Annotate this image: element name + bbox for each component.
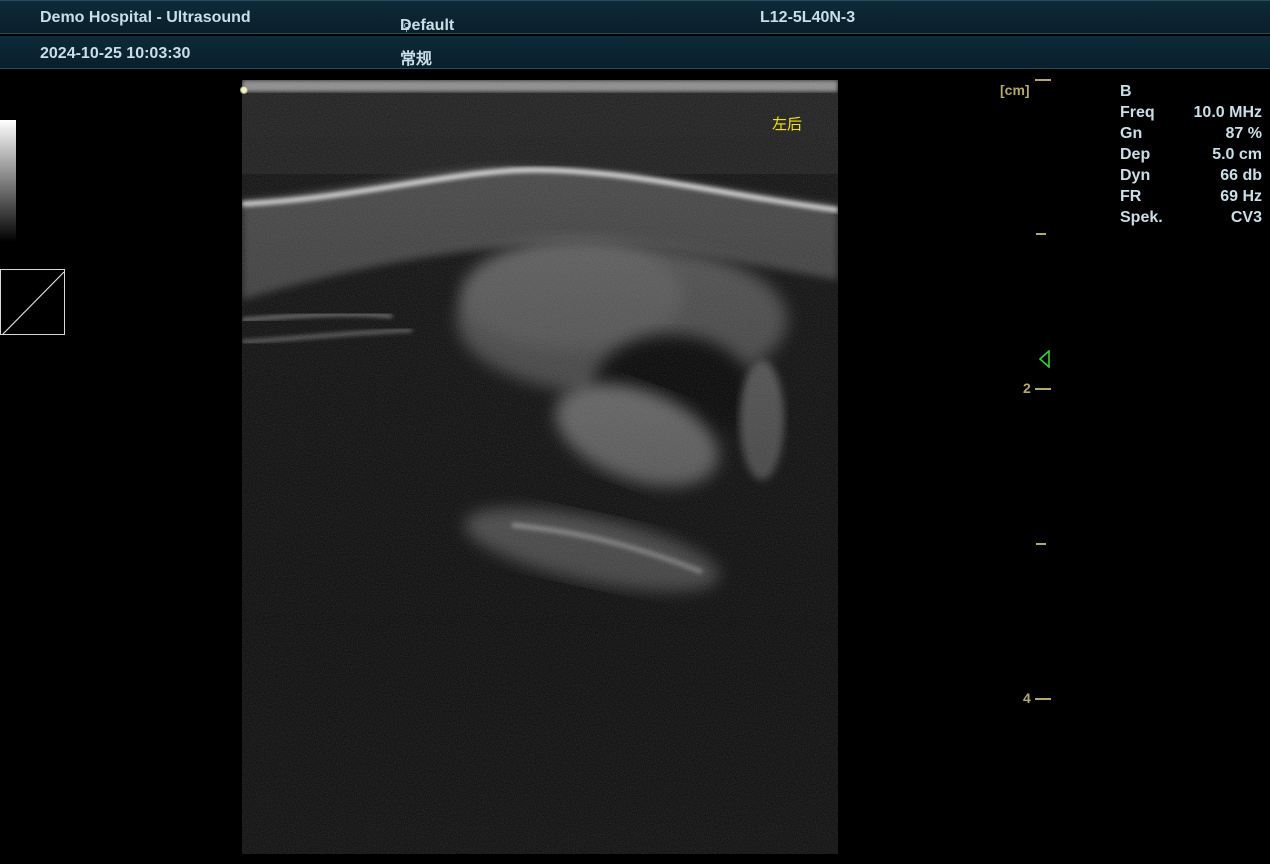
- exam-type: 常规: [400, 51, 433, 68]
- depth-tick: [1036, 543, 1046, 545]
- param-row-dynamic-range: Dyn 66 db: [1120, 165, 1262, 186]
- depth-tick: [1035, 698, 1051, 700]
- param-row-depth: Dep 5.0 cm: [1120, 144, 1262, 165]
- param-mode: B: [1120, 81, 1262, 102]
- param-value: 87 %: [1225, 125, 1262, 142]
- param-label: Dyn: [1120, 167, 1151, 184]
- depth-tick: [1036, 233, 1046, 235]
- exam-datetime: 2024-10-25 10:03:30: [40, 45, 191, 62]
- depth-label: 2: [1023, 380, 1031, 396]
- param-value: CV3: [1230, 209, 1262, 226]
- param-row-frame-rate: FR 69 Hz: [1120, 186, 1262, 207]
- param-value: 10.0 MHz: [1193, 104, 1262, 121]
- param-row-speckle: Spek. CV3: [1120, 207, 1262, 228]
- female-symbol-icon: ♀: [400, 17, 414, 37]
- depth-tick: [1035, 388, 1051, 390]
- param-row-freq: Freq 10.0 MHz: [1120, 102, 1262, 123]
- depth-scale-unit: [cm]: [1000, 82, 1030, 98]
- param-label: Dep: [1120, 146, 1151, 163]
- header-row-1: Demo Hospital - Ultrasound Default ♀ L12…: [0, 0, 1270, 37]
- focus-dot: [240, 86, 248, 94]
- param-value: 69 Hz: [1220, 188, 1262, 205]
- param-value: 66 db: [1220, 167, 1262, 184]
- param-label: FR: [1120, 188, 1142, 205]
- grayscale-bar: [0, 120, 16, 242]
- focus-marker-icon[interactable]: [1038, 350, 1052, 368]
- param-row-gain: Gn 87 %: [1120, 123, 1262, 144]
- ultrasound-image[interactable]: [242, 80, 838, 854]
- hospital-name: Demo Hospital - Ultrasound: [40, 9, 251, 26]
- param-mode-label: B: [1120, 83, 1132, 100]
- probe-name[interactable]: L12-5L40N-3: [760, 9, 855, 27]
- param-label: Freq: [1120, 104, 1155, 121]
- ultrasound-scan-icon: [242, 80, 838, 854]
- param-value: 5.0 cm: [1212, 146, 1262, 163]
- param-label: Gn: [1120, 125, 1143, 142]
- orientation-label: 左后: [772, 115, 803, 133]
- ultrasound-screen: Demo Hospital - Ultrasound Default ♀ L12…: [0, 0, 1270, 864]
- imaging-parameters: B Freq 10.0 MHz Gn 87 % Dep 5.0 cm Dyn 6…: [1120, 81, 1262, 228]
- depth-tick: [1035, 79, 1051, 81]
- depth-label: 4: [1023, 690, 1031, 706]
- param-label: Spek.: [1120, 209, 1163, 226]
- gray-map-curve-icon: [2, 271, 65, 335]
- header-row-2: 2024-10-25 10:03:30 常规: [0, 36, 1270, 69]
- gray-map-curve: [0, 269, 65, 335]
